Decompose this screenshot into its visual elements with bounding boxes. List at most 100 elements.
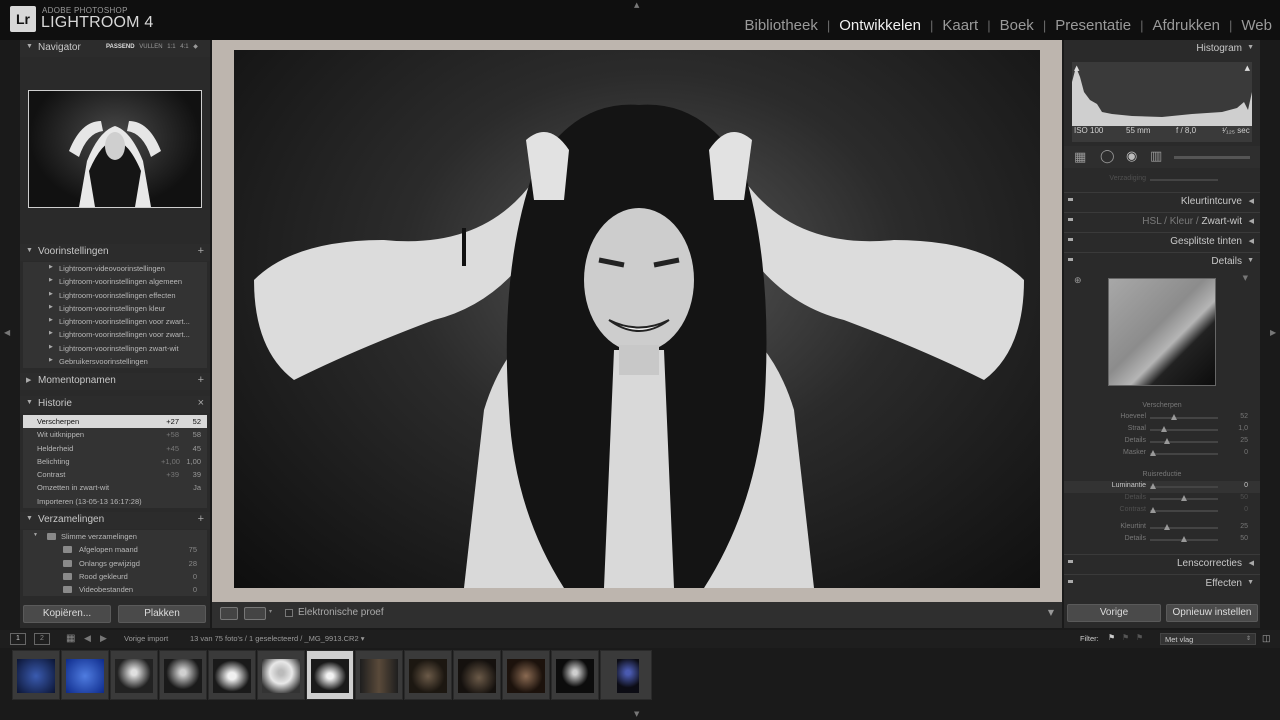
panel-switch-icon[interactable] bbox=[1068, 560, 1073, 563]
filter-select[interactable]: Met vlag ⇕ bbox=[1160, 633, 1256, 645]
slider-track[interactable] bbox=[1150, 510, 1218, 512]
list-item[interactable]: ▶ Lightroom-voorinstellingen zwart-wit bbox=[23, 342, 207, 355]
list-item[interactable]: Onlangs gewijzigd 28 bbox=[23, 557, 207, 570]
details-header[interactable]: Details ▼ bbox=[1064, 252, 1260, 270]
previous-settings-button[interactable]: Vorige bbox=[1067, 604, 1161, 622]
history-item[interactable]: Verscherpen +27 52 bbox=[23, 415, 207, 429]
reset-button[interactable]: Opnieuw instellen bbox=[1166, 604, 1258, 622]
effects-header[interactable]: Effecten ▼ bbox=[1064, 574, 1260, 592]
slider-thumb[interactable] bbox=[1164, 524, 1170, 530]
filmstrip-thumb[interactable] bbox=[61, 650, 109, 700]
slider-value[interactable]: 50 bbox=[1240, 494, 1248, 501]
list-item[interactable]: ▶ Lightroom-voorinstellingen effecten bbox=[23, 289, 207, 302]
slider-track[interactable] bbox=[1150, 486, 1218, 488]
red-eye-icon[interactable]: ◉ bbox=[1126, 149, 1137, 164]
list-item[interactable]: ▶ Gebruikersvoorinstellingen bbox=[23, 355, 207, 368]
forward-arrow-icon[interactable]: ▶ bbox=[100, 633, 107, 644]
filmstrip-thumb-selected[interactable] bbox=[306, 650, 354, 700]
module-web[interactable]: Web bbox=[1241, 17, 1280, 34]
slider-thumb[interactable] bbox=[1170, 414, 1177, 420]
slider-value[interactable]: 52 bbox=[1240, 413, 1248, 420]
slider-value[interactable]: 25 bbox=[1240, 437, 1248, 444]
slider-value[interactable]: 0 bbox=[1244, 449, 1248, 456]
slider-value[interactable]: 0 bbox=[1244, 506, 1248, 513]
panel-switch-icon[interactable] bbox=[1068, 218, 1073, 221]
filmstrip-thumb[interactable] bbox=[12, 650, 60, 700]
tone-curve-header[interactable]: Kleurtintcurve ◀ bbox=[1064, 192, 1260, 210]
loupe-view-icon[interactable] bbox=[220, 607, 238, 620]
list-item[interactable]: ▶ Lightroom-voorinstellingen voor zwart..… bbox=[23, 328, 207, 341]
right-panel-toggle-icon[interactable]: ▶ bbox=[1270, 328, 1276, 337]
module-develop[interactable]: Ontwikkelen bbox=[839, 17, 921, 34]
slider-thumb[interactable] bbox=[1160, 426, 1167, 432]
list-item[interactable]: ▶ Lightroom-voorinstellingen algemeen bbox=[23, 275, 207, 288]
grid-view-icon[interactable]: ▦ bbox=[66, 633, 75, 644]
preview-toggle-icon[interactable]: ▼ bbox=[1243, 274, 1248, 282]
target-adjust-icon[interactable]: ⊕ bbox=[1074, 276, 1082, 286]
panel-switch-icon[interactable] bbox=[1068, 258, 1073, 261]
slider-track[interactable] bbox=[1150, 527, 1218, 529]
flag-filter-icon[interactable]: ⚑ bbox=[1108, 633, 1115, 642]
main-photo[interactable] bbox=[234, 50, 1040, 588]
module-book[interactable]: Boek bbox=[1000, 17, 1034, 34]
copy-settings-button[interactable]: Kopiëren... bbox=[23, 605, 111, 623]
filmstrip-thumb[interactable] bbox=[257, 650, 305, 700]
slider-track[interactable] bbox=[1150, 179, 1218, 181]
before-after-view-icon[interactable] bbox=[244, 607, 266, 620]
highlight-clipping-icon[interactable]: ▲ bbox=[1245, 64, 1250, 72]
split-toning-header[interactable]: Gesplitste tinten ◀ bbox=[1064, 232, 1260, 250]
history-item[interactable]: Importeren (13-05-13 16:17:28) bbox=[23, 495, 207, 508]
graduated-filter-icon[interactable]: ▥ bbox=[1150, 149, 1162, 164]
window-1-button[interactable]: 1 bbox=[10, 633, 26, 645]
tab-black-white[interactable]: Zwart-wit bbox=[1201, 216, 1242, 227]
detail-zoom-preview[interactable] bbox=[1108, 278, 1216, 386]
toolbar-options-icon[interactable]: ▼ bbox=[1048, 608, 1054, 617]
navigator-preview[interactable] bbox=[28, 90, 202, 208]
slider-value[interactable]: 50 bbox=[1240, 535, 1248, 542]
zoom-4-1[interactable]: 4:1 bbox=[180, 44, 188, 50]
slider-thumb[interactable] bbox=[1181, 495, 1187, 501]
filmstrip-info[interactable]: 13 van 75 foto's / 1 geselecteerd / _MG_… bbox=[190, 634, 364, 643]
back-arrow-icon[interactable]: ◀ bbox=[84, 633, 91, 644]
paste-settings-button[interactable]: Plakken bbox=[118, 605, 206, 623]
rejected-filter-icon[interactable]: ⚑ bbox=[1136, 633, 1143, 642]
navigator-zoom-options[interactable]: PASSEND VULLEN 1:1 4:1 ◆ bbox=[106, 43, 198, 50]
list-item[interactable]: Videobestanden 0 bbox=[23, 583, 207, 596]
slider-thumb[interactable] bbox=[1150, 450, 1157, 456]
soft-proof-checkbox[interactable] bbox=[285, 609, 293, 617]
slider-track[interactable] bbox=[1150, 453, 1218, 455]
top-panel-toggle-icon[interactable]: ▲ bbox=[634, 1, 639, 9]
slider-value[interactable]: 1,0 bbox=[1238, 425, 1248, 432]
filmstrip-thumb[interactable] bbox=[502, 650, 550, 700]
filmstrip-thumb[interactable] bbox=[404, 650, 452, 700]
filmstrip-thumb[interactable] bbox=[453, 650, 501, 700]
filmstrip-thumb[interactable] bbox=[355, 650, 403, 700]
left-panel-toggle-icon[interactable]: ◀ bbox=[4, 328, 10, 337]
image-canvas[interactable] bbox=[212, 40, 1062, 602]
panel-switch-icon[interactable] bbox=[1068, 580, 1073, 583]
filmstrip-thumb[interactable] bbox=[159, 650, 207, 700]
window-2-button[interactable]: 2 bbox=[34, 633, 50, 645]
filmstrip-thumb[interactable] bbox=[208, 650, 256, 700]
view-dropdown-icon[interactable]: ▾ bbox=[269, 608, 272, 615]
slider-thumb[interactable] bbox=[1164, 438, 1170, 444]
spot-removal-icon[interactable]: ◯ bbox=[1100, 149, 1115, 164]
adjustment-brush-slider[interactable] bbox=[1174, 156, 1250, 159]
slider-track[interactable] bbox=[1150, 417, 1218, 419]
collections-header[interactable]: ▼ Verzamelingen + bbox=[20, 512, 210, 529]
add-collection-icon[interactable]: + bbox=[198, 513, 204, 525]
filter-toggle-icon[interactable]: ◫ bbox=[1262, 633, 1271, 644]
hsl-header[interactable]: HSL / Kleur / Zwart-wit ◀ bbox=[1064, 212, 1260, 230]
bottom-panel-toggle-icon[interactable]: ▼ bbox=[634, 710, 639, 718]
list-item[interactable]: Rood gekleurd 0 bbox=[23, 570, 207, 583]
slider-thumb[interactable] bbox=[1150, 483, 1157, 489]
filmstrip-thumb[interactable] bbox=[110, 650, 158, 700]
source-label[interactable]: Vorige import bbox=[124, 634, 168, 643]
list-item[interactable]: ▶ Lightroom-voorinstellingen voor zwart..… bbox=[23, 315, 207, 328]
history-item[interactable]: Omzetten in zwart-wit Ja bbox=[23, 481, 207, 494]
history-item[interactable]: Helderheid +45 45 bbox=[23, 442, 207, 455]
zoom-fill[interactable]: VULLEN bbox=[139, 44, 162, 50]
history-header[interactable]: ▼ Historie × bbox=[20, 396, 210, 413]
slider-value[interactable]: 25 bbox=[1240, 523, 1248, 530]
slider-thumb[interactable] bbox=[1181, 536, 1187, 542]
